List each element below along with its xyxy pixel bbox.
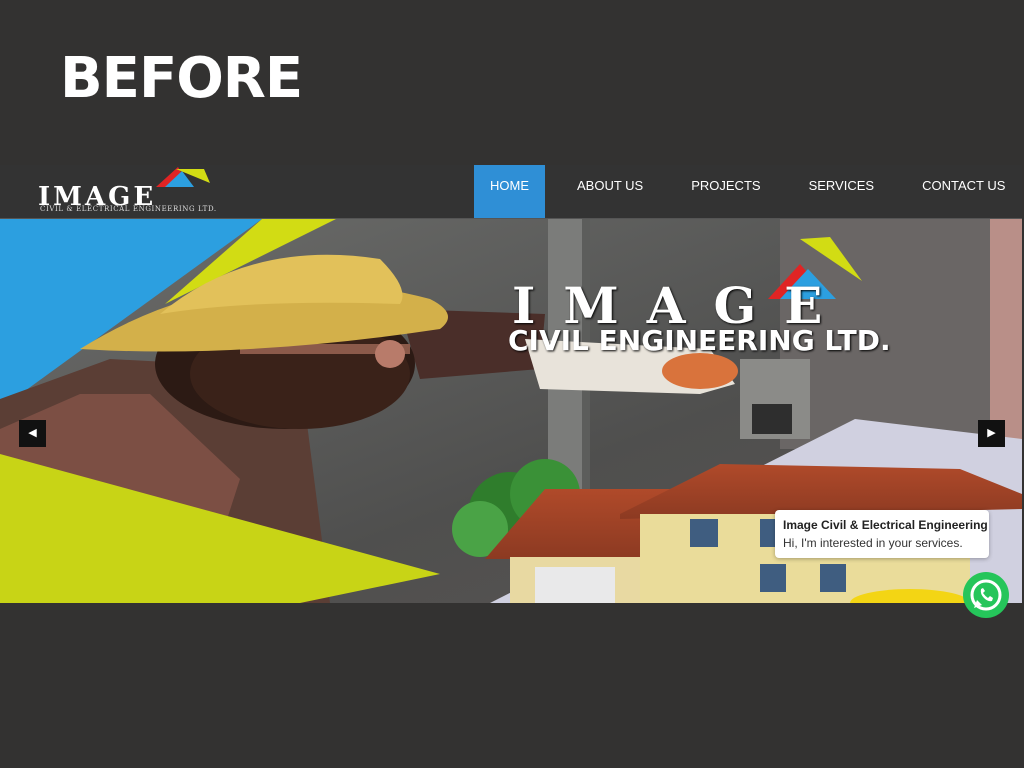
whatsapp-button[interactable] bbox=[963, 572, 1009, 618]
hero-brand-subtitle: CIVIL ENGINEERING LTD. bbox=[508, 324, 891, 357]
nav-about-us[interactable]: ABOUT US bbox=[561, 165, 659, 218]
nav-services[interactable]: SERVICES bbox=[793, 165, 891, 218]
nav-projects[interactable]: PROJECTS bbox=[675, 165, 776, 218]
logo-tagline: CIVIL & ELECTRICAL ENGINEERING LTD. bbox=[40, 205, 217, 213]
main-nav: HOME ABOUT US PROJECTS SERVICES CONTACT … bbox=[474, 165, 1021, 218]
slide-title: BEFORE bbox=[60, 46, 303, 111]
nav-contact-us[interactable]: CONTACT US bbox=[906, 165, 1021, 218]
whatsapp-chat-popup[interactable]: Image Civil & Electrical Engineering Hi,… bbox=[775, 510, 989, 558]
slider-next-button[interactable]: ▶ bbox=[978, 420, 1005, 447]
whatsapp-contact-name: Image Civil & Electrical Engineering bbox=[783, 518, 988, 532]
site-logo[interactable]: IMAGE CIVIL & ELECTRICAL ENGINEERING LTD… bbox=[38, 165, 283, 218]
slider-prev-button[interactable]: ◀ bbox=[19, 420, 46, 447]
triangle-right-icon: ▶ bbox=[987, 427, 996, 439]
nav-home[interactable]: HOME bbox=[474, 165, 545, 218]
triangle-left-icon: ◀ bbox=[28, 427, 37, 439]
whatsapp-icon bbox=[970, 579, 1002, 611]
site-header: IMAGE CIVIL & ELECTRICAL ENGINEERING LTD… bbox=[0, 165, 1022, 219]
whatsapp-message: Hi, I'm interested in your services. bbox=[783, 536, 963, 550]
